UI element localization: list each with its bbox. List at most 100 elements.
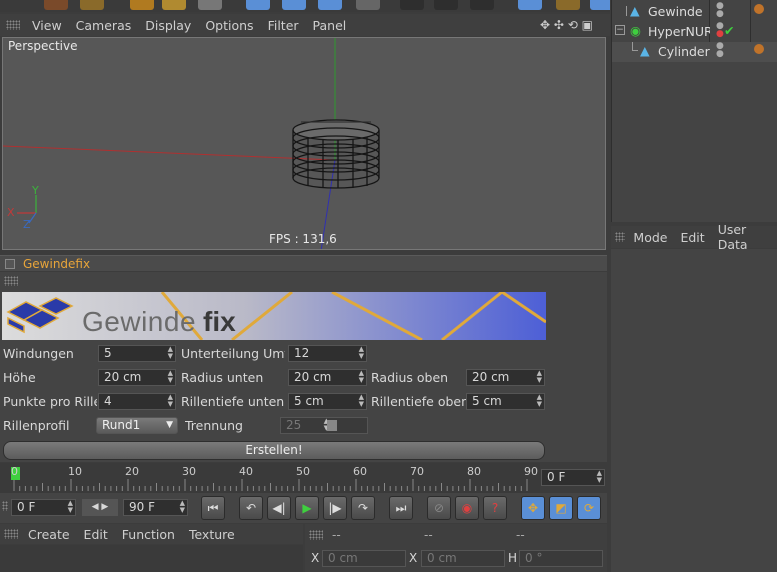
grip-icon[interactable] [615, 232, 626, 242]
parameter-tool-icon[interactable] [198, 0, 222, 10]
play-button[interactable]: ▶ [295, 496, 319, 520]
x-axis-icon[interactable] [246, 0, 270, 10]
spinner-icon[interactable]: ▲▼ [359, 394, 364, 408]
grip-icon[interactable] [6, 20, 20, 30]
play-icon: ▶ [302, 501, 312, 515]
windungen-field[interactable]: 5 ▲ ▼ [98, 345, 176, 362]
spinner-icon[interactable]: ▲▼ [359, 346, 364, 360]
erstellen-button[interactable]: Erstellen! [3, 441, 545, 460]
spinner-icon[interactable]: ▲▼ [168, 394, 173, 408]
timeline-tick-label: 50 [296, 465, 310, 478]
next-key-button[interactable]: ↷ [351, 496, 375, 520]
key-rotation-button[interactable]: ⟳ [577, 496, 601, 520]
visibility-dots-icon[interactable]: ● ● [716, 42, 724, 59]
start-frame-field[interactable]: 0 F ▲ ▼ [11, 499, 76, 516]
spinner-icon[interactable]: ▲▼ [168, 370, 173, 384]
grip-icon[interactable] [4, 529, 18, 539]
nurbs-icon[interactable] [590, 0, 610, 10]
object-row-hypernurbs[interactable]: − ◉ HyperNURBS ●● ✔ [612, 22, 777, 42]
radius-oben-field[interactable]: 20 cm ▲ ▼ [466, 369, 545, 386]
go-to-start-button[interactable]: ⏮ [201, 496, 225, 520]
y-axis-icon[interactable] [282, 0, 306, 10]
unterteilung-field[interactable]: 12 ▲ ▼ [288, 345, 367, 362]
visibility-dots-icon[interactable]: ● ● [716, 22, 724, 39]
menu-edit[interactable]: Edit [680, 230, 704, 245]
perspective-viewport[interactable]: Perspective Y X Z FPS : 131,6 [2, 37, 606, 250]
rillentiefe-unten-label: Rillentiefe unten [181, 394, 285, 409]
next-frame-button[interactable]: |▶ [323, 496, 347, 520]
rillenprofil-dropdown[interactable]: Rund1 ▼ [96, 417, 178, 434]
skip-start-icon: ⏮ [207, 501, 219, 515]
menu-edit[interactable]: Edit [84, 527, 108, 542]
hoehe-field[interactable]: 20 cm ▲ ▼ [98, 369, 176, 386]
tag-icon[interactable] [754, 4, 764, 14]
menu-function[interactable]: Function [122, 527, 175, 542]
grip-icon[interactable] [2, 501, 8, 511]
end-frame-field[interactable]: 90 F ▲ ▼ [123, 499, 188, 516]
viewport-nav-icons[interactable]: ✥ ✣ ⟲ ▣ [540, 18, 593, 32]
render-view-icon[interactable] [400, 0, 424, 10]
coord-header-size: -- [424, 528, 433, 542]
menu-mode[interactable]: Mode [633, 230, 667, 245]
previous-key-button[interactable]: ↶ [239, 496, 263, 520]
spinner-icon[interactable]: ▲▼ [168, 346, 173, 360]
render-region-icon[interactable] [434, 0, 458, 10]
coord-x-field[interactable]: 0 cm [322, 550, 406, 567]
gewinde-object [292, 119, 380, 189]
coordinate-system-icon[interactable] [356, 0, 380, 10]
grip-icon[interactable] [309, 530, 323, 540]
trennung-slider-handle[interactable] [327, 420, 337, 431]
panel-close-icon[interactable] [5, 258, 15, 269]
move-tool-icon[interactable] [80, 0, 104, 10]
menu-display[interactable]: Display [145, 18, 191, 33]
coord-x2-field[interactable]: 0 cm [421, 550, 505, 567]
key-scale-button[interactable]: ◩ [549, 496, 573, 520]
spinner-icon[interactable]: ▲▼ [180, 500, 185, 514]
menu-create[interactable]: Create [28, 527, 70, 542]
current-frame-field[interactable]: 0 F ▲ ▼ [541, 469, 605, 486]
tag-icon[interactable] [754, 44, 764, 54]
rillentiefe-oben-field[interactable]: 5 cm ▲ ▼ [466, 393, 545, 410]
menu-user-data[interactable]: User Data [718, 222, 764, 252]
coord-h-field[interactable]: 0 ° [519, 550, 603, 567]
autokey-button[interactable]: ◉ [455, 496, 479, 520]
spinner-icon[interactable]: ▲▼ [537, 394, 542, 408]
spinner-icon[interactable]: ▲▼ [597, 470, 602, 484]
key-position-button[interactable]: ✥ [521, 496, 545, 520]
previous-frame-button[interactable]: ◀| [267, 496, 291, 520]
undo-icon[interactable] [44, 0, 68, 10]
menu-filter[interactable]: Filter [268, 18, 299, 33]
menu-texture[interactable]: Texture [189, 527, 235, 542]
visibility-dots-icon[interactable]: ● ● [716, 2, 724, 19]
coord-h-label: H [508, 551, 518, 565]
spinner-icon[interactable]: ▲▼ [537, 370, 542, 384]
scale-tool-icon[interactable] [130, 0, 154, 10]
menu-panel[interactable]: Panel [313, 18, 347, 33]
menu-view[interactable]: View [32, 18, 62, 33]
object-row-gewinde[interactable]: ▲ Gewinde ● ● [612, 2, 777, 22]
cube-icon[interactable] [518, 0, 542, 10]
spinner-icon[interactable]: ▲▼ [68, 500, 73, 514]
punkte-field[interactable]: 4 ▲ ▼ [98, 393, 176, 410]
enabled-check-icon[interactable]: ✔ [724, 23, 734, 38]
record-keys-button[interactable]: ⊘ [427, 496, 451, 520]
pen-tool-icon[interactable] [556, 0, 580, 10]
grip-icon[interactable] [4, 276, 18, 286]
menu-options[interactable]: Options [205, 18, 253, 33]
expand-collapse-icon[interactable]: − [615, 25, 625, 35]
radius-unten-field[interactable]: 20 cm ▲ ▼ [288, 369, 367, 386]
z-axis-icon[interactable] [318, 0, 342, 10]
object-row-cylinder[interactable]: ▲ Cylinder ● ● [612, 42, 777, 62]
spinner-icon[interactable]: ▲▼ [359, 370, 364, 384]
render-settings-icon[interactable] [470, 0, 494, 10]
go-to-end-button[interactable]: ⏭ [389, 496, 413, 520]
windungen-value: 5 [104, 346, 112, 360]
rotate-tool-icon[interactable] [162, 0, 186, 10]
range-arrows[interactable]: ◀ ▶ [82, 499, 118, 516]
help-button[interactable]: ? [483, 496, 507, 520]
material-list[interactable] [0, 545, 303, 572]
timeline-ruler[interactable]: 0 10 20 30 40 50 60 70 80 90 [0, 463, 540, 493]
menu-cameras[interactable]: Cameras [76, 18, 132, 33]
trennung-field[interactable]: 25▲▼ [280, 417, 368, 434]
rillentiefe-unten-field[interactable]: 5 cm ▲ ▼ [288, 393, 367, 410]
